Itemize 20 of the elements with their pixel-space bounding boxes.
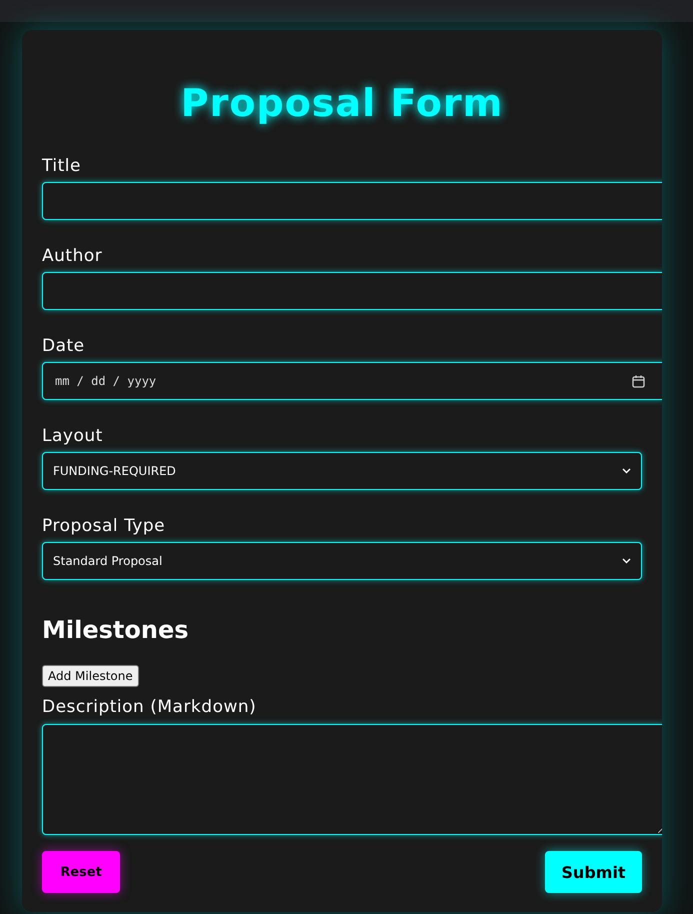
text-field[interactable] [42, 182, 662, 220]
field-label: Layout [42, 426, 104, 446]
section-heading: Milestones [42, 615, 189, 645]
field-label: Date [42, 336, 86, 356]
chevron-down-icon [622, 468, 631, 474]
description-field[interactable] [42, 724, 662, 835]
calendar-icon[interactable] [632, 374, 645, 388]
reset-button[interactable]: Reset [42, 851, 120, 893]
chevron-down-icon [622, 558, 631, 564]
select-field[interactable]: FUNDING-REQUIRED [42, 452, 642, 490]
field-label: Author [42, 246, 104, 266]
text-field[interactable] [42, 272, 662, 310]
add-milestone-button[interactable]: Add Milestone [42, 665, 139, 687]
submit-button[interactable]: Submit [545, 851, 642, 893]
form-title: Proposal Form [180, 80, 504, 126]
field-label: Description (Markdown) [42, 697, 258, 717]
date-field[interactable]: mm / dd / yyyy [42, 362, 662, 400]
select-field[interactable]: Standard Proposal [42, 542, 642, 580]
field-label: Title [42, 156, 82, 176]
field-label: Proposal Type [42, 516, 166, 536]
